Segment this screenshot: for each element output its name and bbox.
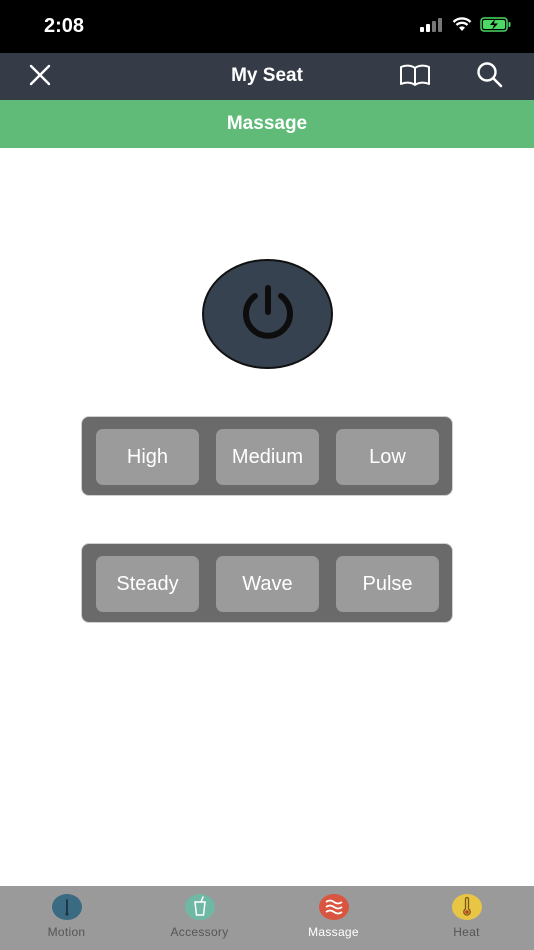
manual-button[interactable] — [400, 62, 430, 92]
tab-heat[interactable]: Heat — [400, 886, 533, 950]
motion-icon — [51, 894, 82, 920]
tab-accessory[interactable]: Accessory — [133, 886, 266, 950]
battery-charging-icon — [480, 17, 512, 37]
thermometer-icon — [451, 894, 482, 920]
medium-button[interactable]: Medium — [216, 429, 319, 485]
tab-label-massage: Massage — [308, 925, 359, 939]
section-header: Massage — [0, 100, 534, 148]
status-icons — [420, 17, 512, 37]
tab-bar: Motion Accessory Massage Heat — [0, 886, 534, 950]
massage-waves-icon — [318, 894, 349, 920]
book-icon — [399, 63, 431, 92]
pattern-button-group: Steady Wave Pulse — [81, 543, 453, 623]
intensity-button-group: High Medium Low — [81, 416, 453, 496]
power-icon — [236, 282, 300, 347]
status-bar: 2:08 — [0, 0, 534, 53]
tab-massage[interactable]: Massage — [267, 886, 400, 950]
pulse-button[interactable]: Pulse — [336, 556, 439, 612]
page-title: My Seat — [231, 65, 303, 86]
nav-bar: My Seat — [0, 53, 534, 100]
wave-button[interactable]: Wave — [216, 556, 319, 612]
search-icon — [476, 61, 504, 94]
tab-label-heat: Heat — [453, 925, 480, 939]
search-button[interactable] — [475, 61, 505, 94]
tab-label-accessory: Accessory — [170, 925, 229, 939]
power-button[interactable] — [202, 259, 333, 369]
cellular-signal-icon — [420, 17, 444, 37]
low-button[interactable]: Low — [336, 429, 439, 485]
status-time: 2:08 — [44, 15, 85, 37]
steady-button[interactable]: Steady — [96, 556, 199, 612]
tab-label-motion: Motion — [47, 925, 86, 939]
tab-motion[interactable]: Motion — [0, 886, 133, 950]
high-button[interactable]: High — [96, 429, 199, 485]
wifi-icon — [452, 17, 472, 37]
cup-icon — [184, 894, 215, 920]
